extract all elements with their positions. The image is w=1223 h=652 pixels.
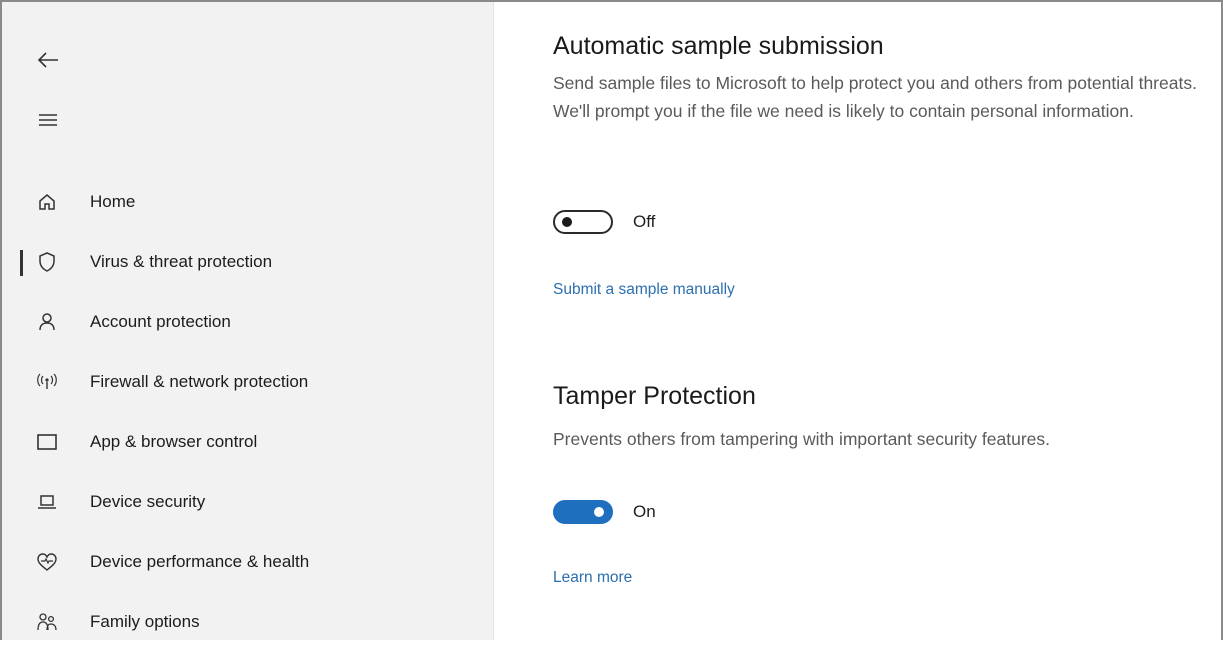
sidebar-item-account-protection[interactable]: Account protection [2, 292, 493, 352]
submit-sample-link-wrap: Submit a sample manually [553, 281, 1213, 299]
toggle-state-label: On [633, 502, 656, 521]
sidebar-item-label: Home [90, 192, 136, 211]
sidebar-item-virus-threat-protection[interactable]: Virus & threat protection [2, 232, 493, 292]
sidebar-item-device-performance[interactable]: Device performance & health [2, 532, 493, 592]
sidebar-item-label: Virus & threat protection [90, 252, 273, 271]
person-icon [35, 310, 59, 334]
nav-list: Home Virus & threat protection Account p… [2, 172, 493, 652]
wifi-antenna-icon [35, 370, 59, 394]
main-content: Automatic sample submission Send sample … [494, 2, 1221, 640]
app-window: Home Virus & threat protection Account p… [0, 0, 1223, 640]
sidebar-item-label: Device security [90, 492, 206, 511]
sample-submission-section: Automatic sample submission Send sample … [553, 32, 1213, 125]
back-button[interactable] [30, 42, 66, 78]
sidebar-item-family-options[interactable]: Family options [2, 592, 493, 652]
sidebar-item-device-security[interactable]: Device security [2, 472, 493, 532]
sidebar-item-app-browser-control[interactable]: App & browser control [2, 412, 493, 472]
sidebar-item-label: Firewall & network protection [90, 372, 309, 391]
app-window-icon [35, 430, 59, 454]
hamburger-icon [39, 114, 57, 126]
toggle-knob [594, 507, 604, 517]
sidebar: Home Virus & threat protection Account p… [2, 2, 494, 640]
sidebar-item-label: Account protection [90, 312, 231, 331]
sidebar-item-label: Device performance & health [90, 552, 310, 571]
menu-button[interactable] [30, 102, 66, 138]
sample-submission-toggle[interactable]: Off [553, 210, 1213, 234]
submit-sample-manually-link[interactable]: Submit a sample manually [553, 281, 735, 298]
toggle-state-label: Off [633, 212, 656, 231]
sidebar-item-home[interactable]: Home [2, 172, 493, 232]
tamper-protection-toggle[interactable]: On [553, 500, 1213, 524]
sidebar-item-label: App & browser control [90, 432, 258, 451]
learn-more-link-wrap: Learn more [553, 569, 1213, 587]
section-description: Prevents others from tampering with impo… [553, 429, 1051, 449]
sidebar-item-firewall[interactable]: Firewall & network protection [2, 352, 493, 412]
shield-icon [35, 250, 59, 274]
toggle-switch[interactable] [553, 210, 613, 234]
sidebar-item-label: Family options [90, 612, 200, 631]
active-indicator [20, 250, 23, 276]
tamper-protection-section: Tamper Protection Prevents others from t… [553, 382, 1213, 453]
section-title: Automatic sample submission [553, 32, 884, 60]
toggle-switch[interactable] [553, 500, 613, 524]
family-icon [35, 610, 59, 634]
back-arrow-icon [37, 52, 58, 68]
section-description: Send sample files to Microsoft to help p… [553, 73, 1197, 121]
toggle-knob [562, 217, 572, 227]
section-title: Tamper Protection [553, 382, 756, 410]
home-icon [35, 190, 59, 214]
laptop-icon [35, 490, 59, 514]
heart-pulse-icon [35, 550, 59, 574]
learn-more-link[interactable]: Learn more [553, 569, 632, 586]
